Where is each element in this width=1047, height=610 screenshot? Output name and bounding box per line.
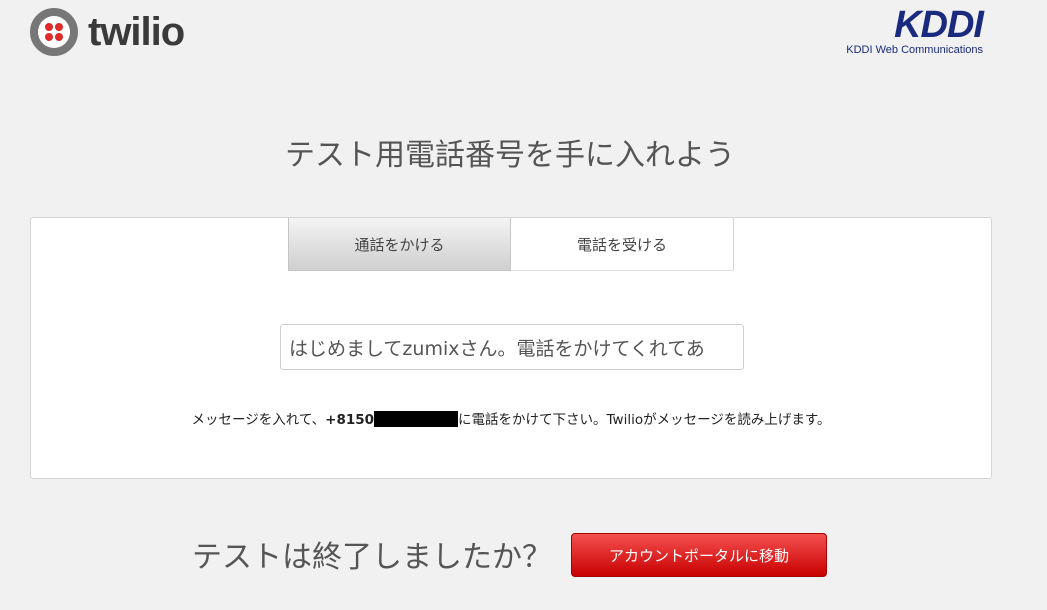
account-portal-button[interactable]: アカウントポータルに移動 bbox=[571, 533, 827, 577]
kddi-logo[interactable]: KDDI KDDI Web Communications bbox=[846, 4, 984, 56]
twilio-logo-icon bbox=[30, 8, 78, 56]
tab-make-call[interactable]: 通話をかける bbox=[288, 218, 511, 271]
test-panel: 通話をかける 電話を受ける メッセージを入れて、+8150 に電話をかけて下さい。… bbox=[30, 217, 992, 479]
phone-number-prefix: +8150 bbox=[325, 412, 375, 428]
test-finished-question: テストは終了しましたか？ bbox=[192, 540, 552, 575]
twilio-logo-text: twilio bbox=[88, 10, 185, 54]
redacted-phone-number bbox=[374, 411, 459, 427]
instructions-prefix: メッセージを入れて、 bbox=[191, 412, 326, 428]
instructions-suffix: に電話をかけて下さい。Twilioがメッセージを読み上げます。 bbox=[458, 412, 831, 428]
kddi-logo-subtitle: KDDI Web Communications bbox=[846, 44, 983, 56]
twilio-logo[interactable]: twilio bbox=[30, 8, 185, 56]
tab-receive-call[interactable]: 電話を受ける bbox=[511, 218, 734, 271]
page-title: テスト用電話番号を手に入れよう bbox=[285, 138, 735, 173]
instructions-text: メッセージを入れて、+8150 に電話をかけて下さい。Twilioがメッセージを読… bbox=[31, 408, 991, 428]
header: twilio KDDI KDDI Web Communications bbox=[0, 0, 1047, 70]
message-input[interactable] bbox=[280, 324, 744, 370]
tab-bar: 通話をかける 電話を受ける bbox=[288, 218, 734, 271]
kddi-logo-text: KDDI bbox=[894, 4, 984, 46]
